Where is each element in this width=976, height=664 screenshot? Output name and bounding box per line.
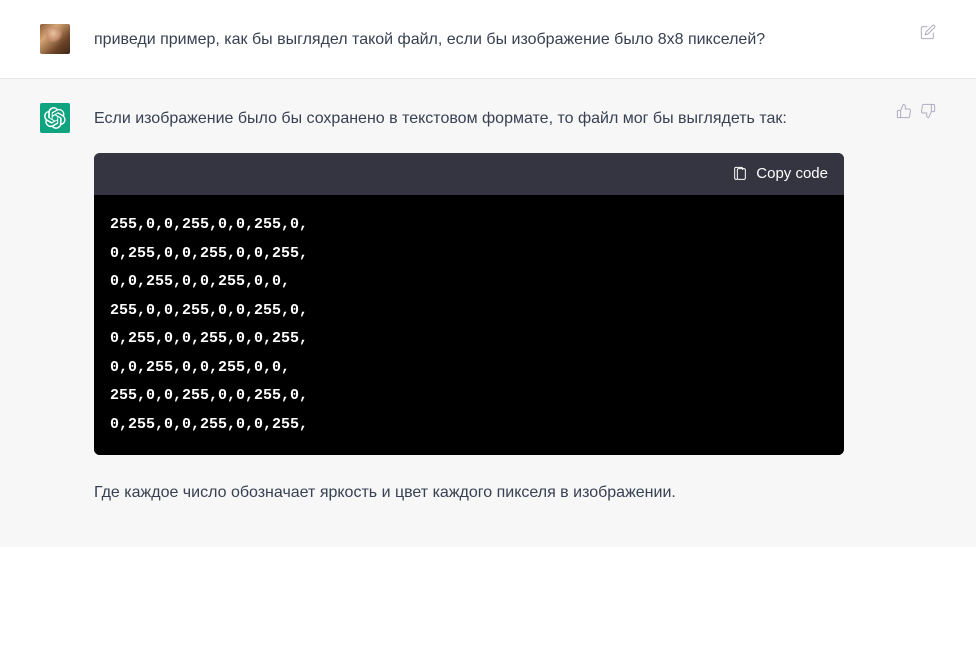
assistant-message-actions: [896, 103, 936, 119]
openai-logo-icon: [44, 107, 66, 129]
user-message-content: приведи пример, как бы выглядел такой фа…: [94, 24, 844, 54]
assistant-outro-text: Где каждое число обозначает яркость и цв…: [94, 479, 844, 507]
code-line: 0,255,0,0,255,0,0,255,: [110, 411, 828, 440]
edit-icon[interactable]: [920, 24, 936, 40]
copy-code-label: Copy code: [756, 161, 828, 187]
copy-code-button[interactable]: Copy code: [732, 161, 828, 187]
assistant-message-content: Если изображение было бы сохранено в тек…: [94, 103, 844, 507]
user-avatar: [40, 24, 70, 54]
assistant-intro-text: Если изображение было бы сохранено в тек…: [94, 105, 844, 133]
code-line: 255,0,0,255,0,0,255,0,: [110, 382, 828, 411]
code-header: Copy code: [94, 153, 844, 195]
code-line: 0,0,255,0,0,255,0,0,: [110, 268, 828, 297]
code-line: 255,0,0,255,0,0,255,0,: [110, 297, 828, 326]
code-line: 0,0,255,0,0,255,0,0,: [110, 354, 828, 383]
code-line: 255,0,0,255,0,0,255,0,: [110, 211, 828, 240]
thumbs-up-icon[interactable]: [896, 103, 912, 119]
assistant-message-block: Если изображение было бы сохранено в тек…: [0, 79, 976, 547]
clipboard-icon: [732, 166, 748, 182]
code-line: 0,255,0,0,255,0,0,255,: [110, 325, 828, 354]
code-content: 255,0,0,255,0,0,255,0, 0,255,0,0,255,0,0…: [94, 195, 844, 455]
code-line: 0,255,0,0,255,0,0,255,: [110, 240, 828, 269]
assistant-avatar: [40, 103, 70, 133]
user-message-actions: [920, 24, 936, 40]
user-message-block: приведи пример, как бы выглядел такой фа…: [0, 0, 976, 79]
user-message-text: приведи пример, как бы выглядел такой фа…: [94, 26, 844, 54]
thumbs-down-icon[interactable]: [920, 103, 936, 119]
code-block: Copy code 255,0,0,255,0,0,255,0, 0,255,0…: [94, 153, 844, 455]
